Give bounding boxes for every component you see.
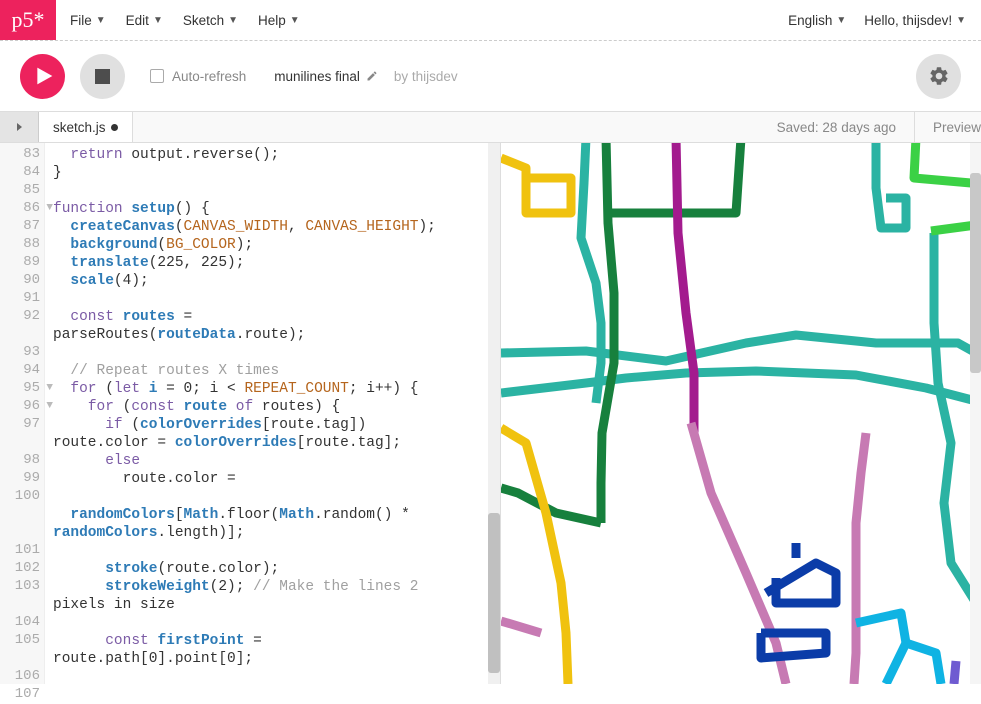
caret-down-icon: ▼ [228, 15, 238, 26]
gear-icon [928, 65, 950, 87]
code-area[interactable]: return output.reverse();}function setup(… [45, 143, 500, 684]
menu-bar-left: File▼ Edit▼ Sketch▼ Help▼ [56, 0, 300, 40]
caret-down-icon: ▼ [153, 15, 163, 26]
settings-button[interactable] [916, 54, 961, 99]
scrollbar-thumb[interactable] [488, 513, 500, 673]
caret-down-icon: ▼ [836, 15, 846, 26]
menu-file[interactable]: File▼ [70, 13, 106, 28]
tabs-bar: sketch.js Saved: 28 days ago Preview [0, 111, 981, 143]
save-status: Saved: 28 days ago [777, 112, 914, 142]
line-gutter: 83848586▼878889909192939495▼96▼979899100… [0, 143, 45, 684]
menu-sketch[interactable]: Sketch▼ [183, 13, 238, 28]
preview-tab-label: Preview [915, 112, 981, 142]
user-menu[interactable]: Hello, thijsdev!▼ [864, 13, 966, 28]
sketch-name[interactable]: munilines final [274, 69, 378, 84]
editor-scrollbar[interactable] [488, 143, 500, 684]
caret-down-icon: ▼ [96, 15, 106, 26]
auto-refresh-toggle[interactable]: Auto-refresh [150, 69, 246, 84]
menu-edit[interactable]: Edit▼ [126, 13, 163, 28]
preview-scrollbar[interactable] [970, 143, 981, 684]
caret-down-icon: ▼ [956, 15, 966, 26]
stop-button[interactable] [80, 54, 125, 99]
sketch-author: by thijsdev [394, 69, 458, 84]
menu-bar-right: English▼ Hello, thijsdev!▼ [788, 0, 981, 40]
auto-refresh-label: Auto-refresh [172, 69, 246, 84]
checkbox-icon[interactable] [150, 69, 164, 83]
sidebar-toggle[interactable] [0, 112, 39, 142]
preview-canvas [501, 143, 981, 684]
scrollbar-thumb[interactable] [970, 173, 981, 373]
workspace: 83848586▼878889909192939495▼96▼979899100… [0, 143, 981, 684]
logo[interactable]: p5* [0, 0, 56, 40]
play-button[interactable] [20, 54, 65, 99]
toolbar: Auto-refresh munilines final by thijsdev [0, 41, 981, 111]
file-tab[interactable]: sketch.js [39, 112, 133, 142]
code-editor[interactable]: 83848586▼878889909192939495▼96▼979899100… [0, 143, 501, 684]
chevron-right-icon [13, 121, 25, 133]
header: p5* File▼ Edit▼ Sketch▼ Help▼ English▼ H… [0, 0, 981, 41]
pencil-icon [366, 70, 378, 82]
play-icon [34, 66, 54, 86]
stop-icon [95, 69, 110, 84]
unsaved-indicator-icon [111, 124, 118, 131]
language-selector[interactable]: English▼ [788, 13, 846, 28]
caret-down-icon: ▼ [290, 15, 300, 26]
sketch-output [501, 143, 981, 684]
menu-help[interactable]: Help▼ [258, 13, 300, 28]
